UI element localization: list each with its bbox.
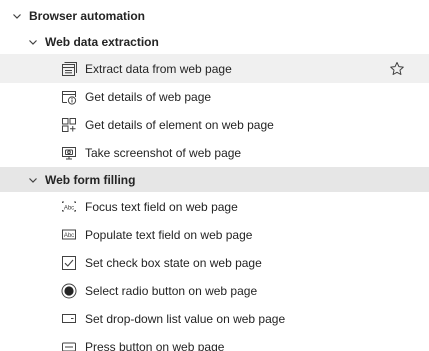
screenshot-icon [62, 147, 76, 160]
action-label: Select radio button on web page [85, 284, 258, 298]
action-label: Populate text field on web page [85, 228, 253, 242]
group-label: Web form filling [45, 172, 136, 187]
svg-text:Abc: Abc [64, 205, 74, 211]
star-icon[interactable] [389, 61, 405, 77]
group-label: Browser automation [29, 9, 146, 23]
action-get-details-of-element-on-web-page[interactable]: Get details of element on web page [0, 111, 429, 139]
checkbox-icon [62, 256, 76, 270]
action-take-screenshot-of-web-page[interactable]: Take screenshot of web page [0, 139, 429, 167]
actions-tree: Browser automation Web data extraction E… [0, 0, 429, 351]
populate-text-field-icon: Abc [62, 229, 76, 240]
group-label: Web data extraction [45, 35, 159, 49]
button-icon [62, 342, 76, 351]
group-web-data-extraction[interactable]: Web data extraction [0, 30, 429, 54]
action-label: Extract data from web page [85, 61, 232, 76]
action-label: Set drop-down list value on web page [85, 312, 286, 326]
action-label: Press button on web page [85, 340, 225, 351]
chevron-down-icon[interactable] [27, 36, 39, 48]
focus-text-field-icon: Abc [62, 201, 76, 212]
action-set-drop-down-list-value-on-web-page[interactable]: Set drop-down list value on web page [0, 305, 429, 333]
action-select-radio-button-on-web-page[interactable]: Select radio button on web page [0, 277, 429, 305]
action-press-button-on-web-page[interactable]: Press button on web page [0, 333, 429, 351]
action-label: Get details of web page [85, 90, 212, 104]
action-extract-data-from-web-page[interactable]: Extract data from web page [0, 54, 429, 83]
group-browser-automation[interactable]: Browser automation [0, 4, 429, 28]
action-label: Focus text field on web page [85, 200, 238, 214]
action-focus-text-field-on-web-page[interactable]: Abc Focus text field on web page [0, 193, 429, 221]
action-populate-text-field-on-web-page[interactable]: Abc Populate text field on web page [0, 221, 429, 249]
chevron-down-icon[interactable] [27, 174, 39, 186]
action-set-check-box-state-on-web-page[interactable]: Set check box state on web page [0, 249, 429, 277]
radio-button-icon [61, 283, 77, 299]
action-label: Set check box state on web page [85, 256, 262, 270]
action-get-details-of-web-page[interactable]: Get details of web page [0, 83, 429, 111]
window-stack-icon [62, 61, 77, 76]
chevron-down-icon[interactable] [11, 10, 23, 22]
svg-text:Abc: Abc [64, 233, 74, 239]
group-web-form-filling[interactable]: Web form filling [0, 167, 429, 192]
action-label: Get details of element on web page [85, 118, 274, 132]
page-info-icon [62, 91, 77, 105]
dropdown-icon [62, 314, 76, 323]
action-label: Take screenshot of web page [85, 146, 242, 160]
element-grid-icon [62, 118, 76, 132]
